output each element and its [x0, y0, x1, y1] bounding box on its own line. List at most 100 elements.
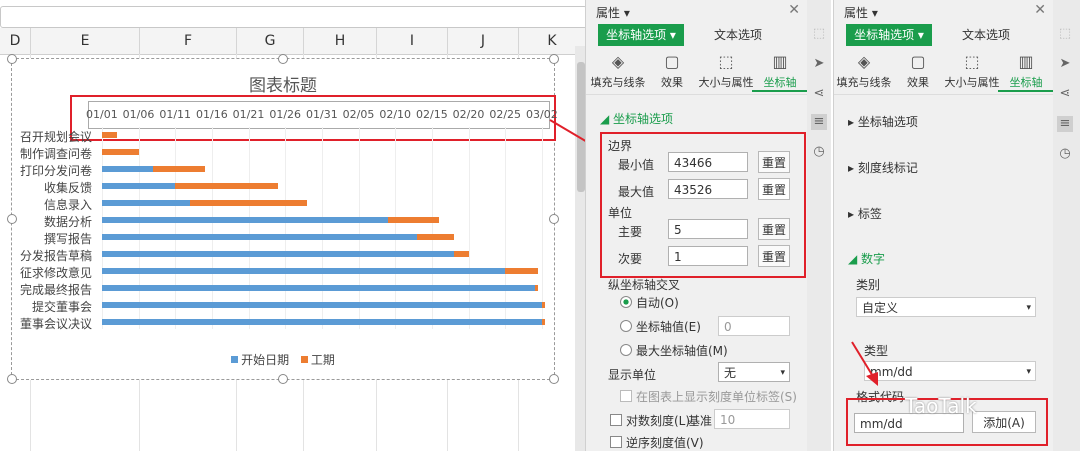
bar-duration[interactable]: [190, 200, 308, 206]
bar-duration[interactable]: [153, 166, 205, 172]
bar-start-date[interactable]: [102, 217, 388, 223]
history-icon[interactable]: ◷: [1057, 146, 1073, 162]
axis-tab[interactable]: ▥ 坐标轴: [998, 50, 1054, 92]
share-icon[interactable]: ⋖: [1057, 86, 1073, 102]
bar-duration[interactable]: [505, 268, 538, 274]
size-properties-tab[interactable]: ⬚ 大小与属性: [698, 50, 754, 90]
settings-sliders-icon[interactable]: ≡: [811, 114, 827, 130]
legend-start: 开始日期: [241, 353, 290, 367]
minor-unit-input[interactable]: 1: [668, 246, 748, 266]
reset-min-button[interactable]: 重置: [758, 151, 790, 173]
section-axis-options[interactable]: ◢ 坐标轴选项: [600, 110, 673, 127]
category-select[interactable]: 自定义 ▾: [856, 297, 1036, 317]
tab-axis-options[interactable]: 坐标轴选项 ▾: [598, 24, 684, 46]
reverse-order-checkbox[interactable]: [610, 436, 622, 448]
legend-swatch-duration: [300, 356, 308, 363]
display-unit-select[interactable]: 无 ▾: [718, 362, 790, 382]
column-header-h[interactable]: H: [304, 28, 377, 54]
tab-text-options[interactable]: 文本选项: [698, 24, 778, 46]
settings-sliders-icon[interactable]: ≡: [1057, 116, 1073, 132]
add-format-button[interactable]: 添加(A): [972, 411, 1036, 433]
bar-start-date[interactable]: [102, 268, 506, 274]
bar-duration[interactable]: [388, 217, 440, 223]
pane-title[interactable]: 属性 ▾: [596, 4, 630, 21]
size-icon: ⬚: [718, 52, 734, 71]
cursor-icon[interactable]: ➤: [1057, 56, 1073, 72]
resize-handle[interactable]: [7, 374, 17, 384]
bar-start-date[interactable]: [102, 285, 535, 291]
column-header-d[interactable]: D: [0, 28, 31, 54]
share-icon[interactable]: ⋖: [811, 86, 827, 102]
axis-tab[interactable]: ▥ 坐标轴: [752, 50, 808, 92]
axis-value-input[interactable]: 0: [718, 316, 790, 336]
log-scale-checkbox[interactable]: [610, 414, 622, 426]
show-unit-checkbox[interactable]: [620, 390, 632, 402]
effects-tab[interactable]: ▢ 效果: [890, 50, 946, 90]
resize-handle[interactable]: [549, 214, 559, 224]
resize-handle[interactable]: [278, 374, 288, 384]
formula-bar[interactable]: [0, 6, 585, 28]
base-input[interactable]: 10: [714, 409, 790, 429]
column-header-f[interactable]: F: [140, 28, 237, 54]
resize-handle[interactable]: [7, 54, 17, 64]
plot-gridline: [285, 127, 287, 329]
effects-tab[interactable]: ▢ 效果: [644, 50, 700, 90]
radio-auto[interactable]: [620, 296, 632, 308]
bar-duration[interactable]: [542, 302, 545, 308]
cursor-icon[interactable]: ➤: [811, 56, 827, 72]
reset-max-button[interactable]: 重置: [758, 178, 790, 200]
close-icon[interactable]: ✕: [1034, 2, 1046, 18]
category-label: 征求修改意见: [19, 266, 92, 280]
bar-duration[interactable]: [175, 183, 278, 189]
pane-title[interactable]: 属性 ▾: [844, 4, 878, 21]
reset-minor-button[interactable]: 重置: [758, 245, 790, 267]
bar-duration[interactable]: [102, 132, 117, 138]
gantt-chart[interactable]: 图表标题 开始日期 工期 01/01 01/06 01/11 01/16 01/21 01…: [7, 54, 559, 384]
bar-start-date[interactable]: [102, 166, 154, 172]
major-unit-input[interactable]: 5: [668, 219, 748, 239]
section-tick-marks[interactable]: ▸ 刻度线标记: [848, 159, 918, 176]
bar-start-date[interactable]: [102, 234, 418, 240]
resize-handle[interactable]: [7, 214, 17, 224]
column-header-i[interactable]: I: [377, 28, 448, 54]
chart-legend[interactable]: 开始日期 工期: [12, 351, 554, 368]
radio-max-axis-value[interactable]: [620, 344, 632, 356]
select-icon[interactable]: ⬚: [1057, 26, 1073, 42]
resize-handle[interactable]: [278, 54, 288, 64]
resize-handle[interactable]: [549, 374, 559, 384]
history-icon[interactable]: ◷: [811, 144, 827, 160]
legend-swatch-start: [231, 356, 239, 363]
resize-handle[interactable]: [549, 54, 559, 64]
bar-start-date[interactable]: [102, 183, 176, 189]
bar-duration[interactable]: [534, 285, 538, 291]
section-number[interactable]: ◢ 数字: [848, 250, 885, 267]
section-axis-options[interactable]: ▸ 坐标轴选项: [848, 113, 918, 130]
type-select[interactable]: mm/dd ▾: [864, 361, 1036, 381]
section-labels[interactable]: ▸ 标签: [848, 205, 882, 222]
column-header-g[interactable]: G: [237, 28, 304, 54]
fill-line-tab[interactable]: ◈ 填充与线条: [590, 50, 646, 90]
bar-start-date[interactable]: [102, 302, 542, 308]
bar-duration[interactable]: [102, 149, 139, 155]
select-icon[interactable]: ⬚: [811, 26, 827, 42]
tab-axis-options[interactable]: 坐标轴选项 ▾: [846, 24, 932, 46]
column-header-j[interactable]: J: [448, 28, 519, 54]
plot-gridline: [432, 127, 433, 329]
bar-duration[interactable]: [542, 319, 545, 325]
reset-major-button[interactable]: 重置: [758, 218, 790, 240]
bar-duration[interactable]: [454, 251, 469, 257]
bar-start-date[interactable]: [102, 200, 190, 206]
chart-title[interactable]: 图表标题: [12, 71, 554, 96]
column-header-e[interactable]: E: [31, 28, 140, 54]
bar-start-date[interactable]: [102, 251, 454, 257]
bar-start-date[interactable]: [102, 319, 542, 325]
size-properties-tab[interactable]: ⬚ 大小与属性: [944, 50, 1000, 90]
min-value-input[interactable]: 43466: [668, 152, 748, 172]
radio-axis-value[interactable]: [620, 320, 632, 332]
fill-line-tab[interactable]: ◈ 填充与线条: [836, 50, 892, 90]
bar-duration[interactable]: [417, 234, 454, 240]
close-icon[interactable]: ✕: [788, 2, 800, 18]
tab-text-options[interactable]: 文本选项: [946, 24, 1026, 46]
chevron-down-icon: ▾: [1026, 303, 1031, 313]
max-value-input[interactable]: 43526: [668, 179, 748, 199]
